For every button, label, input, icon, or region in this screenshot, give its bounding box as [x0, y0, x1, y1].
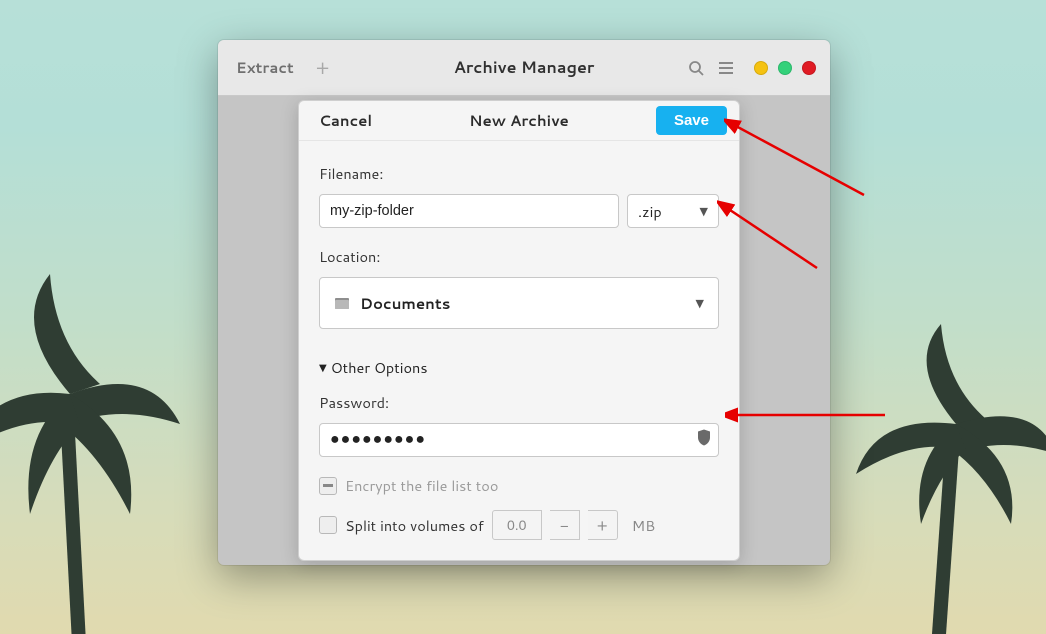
- palm-tree-left: [0, 154, 180, 634]
- extension-value: .zip: [638, 201, 662, 222]
- save-button[interactable]: Save: [656, 106, 727, 135]
- dialog-header: Cancel New Archive Save: [299, 101, 739, 141]
- chevron-down-icon: ▼: [696, 295, 704, 311]
- palm-tree-right: [856, 234, 1046, 634]
- location-value: Documents: [360, 293, 450, 314]
- location-combo[interactable]: Documents ▼: [319, 277, 719, 329]
- encrypt-label: Encrypt the file list too: [345, 475, 498, 496]
- triangle-down-icon: ▼: [319, 361, 327, 375]
- split-checkbox[interactable]: [319, 516, 337, 534]
- filename-label: Filename:: [319, 163, 719, 184]
- split-decrement-button[interactable]: −: [550, 510, 580, 540]
- other-options-expander[interactable]: ▼ Other Options: [319, 357, 719, 378]
- extension-combo[interactable]: .zip ▼: [627, 194, 719, 228]
- cancel-button[interactable]: Cancel: [319, 110, 372, 131]
- encrypt-filelist-row[interactable]: Encrypt the file list too: [319, 475, 719, 496]
- chevron-down-icon: ▼: [700, 203, 708, 219]
- shield-icon[interactable]: [697, 429, 711, 452]
- filename-input[interactable]: [319, 194, 619, 228]
- split-label: Split into volumes of: [345, 515, 484, 536]
- add-button[interactable]: +: [306, 54, 340, 82]
- minimize-button[interactable]: [754, 61, 768, 75]
- maximize-button[interactable]: [778, 61, 792, 75]
- folder-icon: [334, 295, 350, 311]
- location-label: Location:: [319, 246, 719, 267]
- split-size-input[interactable]: [492, 510, 542, 540]
- new-archive-dialog: Cancel New Archive Save Filename: .zip ▼…: [298, 100, 740, 561]
- split-volumes-row[interactable]: Split into volumes of − + MB: [319, 510, 719, 540]
- titlebar: Extract + Archive Manager: [218, 40, 830, 96]
- split-increment-button[interactable]: +: [588, 510, 618, 540]
- extract-button[interactable]: Extract: [232, 51, 298, 84]
- password-input[interactable]: [319, 423, 719, 457]
- search-icon[interactable]: [688, 60, 704, 76]
- encrypt-checkbox[interactable]: [319, 477, 337, 495]
- password-label: Password:: [319, 392, 719, 413]
- hamburger-menu-icon[interactable]: [718, 61, 734, 75]
- other-options-label: Other Options: [331, 357, 428, 378]
- close-button[interactable]: [802, 61, 816, 75]
- split-unit: MB: [632, 515, 655, 536]
